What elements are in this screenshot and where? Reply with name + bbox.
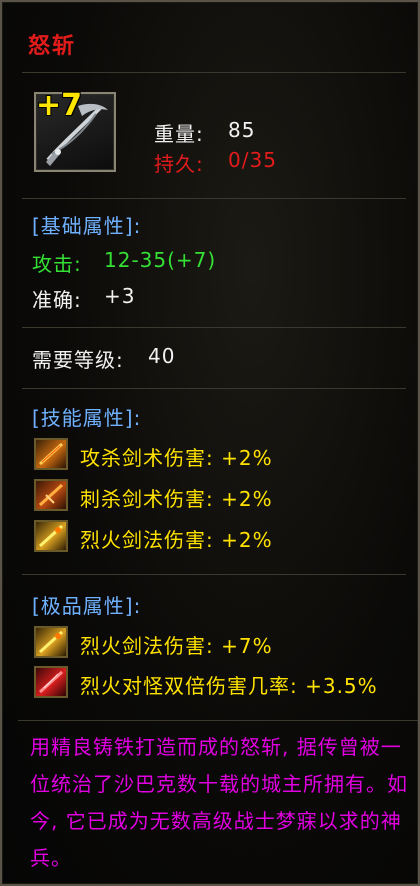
skill-thrust-icon bbox=[34, 479, 68, 511]
item-name: 怒斩 bbox=[28, 34, 77, 59]
durability-value: 0/35 bbox=[228, 148, 277, 172]
skill-attributes-header: [技能属性]: bbox=[32, 406, 142, 430]
base-attributes-header: [基础属性]: bbox=[32, 214, 142, 238]
weight-value: 85 bbox=[228, 118, 256, 142]
skill-fire-double-icon bbox=[34, 666, 68, 698]
extreme-attributes-header: [极品属性]: bbox=[32, 594, 142, 618]
title-divider bbox=[22, 72, 406, 73]
weight-label: 重量: bbox=[154, 122, 204, 146]
section-divider bbox=[22, 327, 406, 328]
required-level-value: 40 bbox=[148, 344, 176, 368]
accuracy-label: 准确: bbox=[32, 288, 82, 312]
required-level-label: 需要等级: bbox=[32, 348, 124, 372]
item-description-box: 用精良铸铁打造而成的怒斩, 据传曾被一位统治了沙巴克数十载的城主所拥有。如今, … bbox=[18, 720, 418, 880]
skill-attack-slash-icon bbox=[34, 438, 68, 470]
attack-label: 攻击: bbox=[32, 252, 82, 276]
item-description: 用精良铸铁打造而成的怒斩, 据传曾被一位统治了沙巴克数十载的城主所拥有。如今, … bbox=[30, 735, 408, 870]
skill-fire-sword-icon bbox=[34, 626, 68, 658]
accuracy-value: +3 bbox=[104, 284, 136, 308]
section-divider bbox=[22, 198, 406, 199]
section-divider bbox=[22, 388, 406, 389]
section-divider bbox=[22, 574, 406, 575]
skill-line: 刺杀剑术伤害: +2% bbox=[80, 487, 273, 511]
durability-label: 持久: bbox=[154, 152, 204, 176]
skill-line: 攻杀剑术伤害: +2% bbox=[80, 446, 273, 470]
skill-line: 烈火剑法伤害: +2% bbox=[80, 528, 273, 552]
extreme-line: 烈火对怪双倍伤害几率: +3.5% bbox=[80, 674, 378, 698]
attack-value: 12-35(+7) bbox=[104, 248, 217, 272]
enhance-level: +7 bbox=[36, 88, 83, 123]
skill-fire-sword-icon bbox=[34, 520, 68, 552]
item-tooltip: 怒斩 +7 重量: 85 持久: 0/35 [基础属性]: 攻击: 12-35(… bbox=[0, 0, 420, 886]
extreme-line: 烈火剑法伤害: +7% bbox=[80, 634, 273, 658]
